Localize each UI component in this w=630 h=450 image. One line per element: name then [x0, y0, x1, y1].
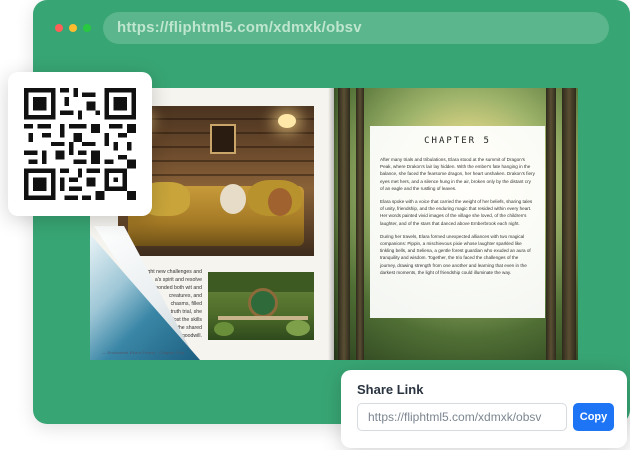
share-title: Share Link [357, 382, 424, 397]
chapter-paragraph: During her travels, Elara formed unexpec… [380, 233, 531, 275]
chapter-paragraph: Elara spoke with a voice that carried th… [380, 199, 533, 226]
qr-code-icon[interactable] [24, 88, 136, 200]
address-bar[interactable]: https://fliphtml5.com/xdmxk/obsv [103, 12, 609, 44]
close-dot-icon[interactable] [55, 24, 63, 32]
teddy-bear-brown [268, 188, 292, 216]
minimize-dot-icon[interactable] [69, 24, 77, 32]
share-link-card: Share Link Copy [341, 370, 627, 448]
share-link-input[interactable] [357, 403, 567, 431]
lamp-icon [278, 114, 296, 128]
book-spine [328, 88, 340, 360]
window-frame [210, 124, 236, 154]
chapter-text-box: CHAPTER 5 After many trials and tribulat… [370, 126, 545, 318]
round-door [248, 288, 278, 318]
flipbook-spread[interactable]: ight new challenges and a's spirit and r… [90, 88, 578, 360]
qr-code-card[interactable] [8, 72, 152, 216]
copy-button[interactable]: Copy [573, 403, 614, 431]
chapter-paragraph: After many trials and tribulations, Elar… [380, 157, 535, 191]
right-page[interactable]: CHAPTER 5 After many trials and tribulat… [334, 88, 578, 360]
window-controls [55, 24, 91, 32]
maximize-dot-icon[interactable] [83, 24, 91, 32]
teddy-bear-white [220, 184, 246, 214]
hobbit-house-photo [208, 272, 314, 340]
chapter-title: CHAPTER 5 [424, 136, 491, 146]
page-footer: — Enchanted Ekorn Forest · Chapter Five [102, 350, 185, 355]
